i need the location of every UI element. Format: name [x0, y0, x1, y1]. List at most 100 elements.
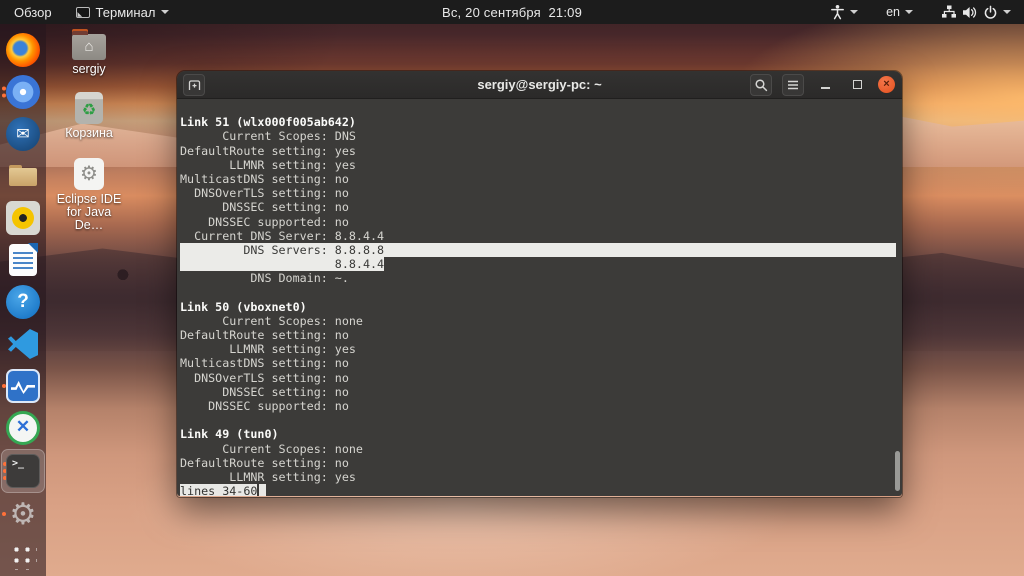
terminal-cursor — [259, 484, 267, 496]
desktop-screen: Обзор Терминал Вс, 20 сентября 21:09 en — [0, 0, 1024, 576]
volume-icon — [963, 6, 977, 18]
terminal-line: LLMNR setting: yes — [180, 469, 356, 484]
top-bar: Обзор Терминал Вс, 20 сентября 21:09 en — [0, 0, 1024, 24]
settings-icon — [6, 497, 40, 531]
clock[interactable]: Вс, 20 сентября 21:09 — [442, 5, 582, 20]
system-tray: en — [827, 0, 1014, 24]
terminal-line: DefaultRoute setting: no — [180, 328, 349, 342]
new-tab-button[interactable] — [183, 73, 205, 96]
dock-item-thunderbird[interactable] — [1, 113, 45, 155]
desktop-icon-eclipse[interactable]: Eclipse IDE for Java De… — [52, 157, 126, 232]
close-button[interactable]: × — [878, 76, 895, 93]
chevron-down-icon — [1003, 10, 1011, 14]
terminal-titlebar[interactable]: sergiy@sergiy-pc: ~ × — [177, 71, 902, 99]
monitor-icon — [6, 369, 40, 403]
xapp-icon — [6, 411, 40, 445]
new-tab-icon — [188, 79, 200, 90]
dock-item-settings[interactable] — [1, 493, 45, 535]
minimize-icon — [820, 86, 830, 89]
terminal-window: sergiy@sergiy-pc: ~ × Link 51 (wlx000f00… — [177, 71, 902, 497]
terminal-output[interactable]: Link 51 (wlx000f005ab642) Current Scopes… — [177, 99, 902, 496]
keyboard-layout-menu[interactable]: en — [883, 0, 916, 24]
chevron-down-icon — [905, 10, 913, 14]
terminal-line: DNSSEC setting: no — [180, 200, 349, 215]
terminal-line: Link 50 (vboxnet0) — [180, 299, 307, 314]
accessibility-icon — [831, 5, 845, 20]
window-title: sergiy@sergiy-pc: ~ — [477, 77, 602, 92]
dock-item-monitor[interactable] — [1, 365, 45, 407]
home-icon — [72, 29, 106, 60]
close-icon: × — [883, 78, 890, 90]
dock-item-writer[interactable] — [1, 239, 45, 281]
terminal-line: Current DNS Server: 8.8.4.4 — [180, 228, 385, 243]
dock-item-xapp[interactable] — [1, 407, 45, 449]
hamburger-menu-icon — [788, 80, 798, 89]
dock-item-terminal[interactable] — [1, 449, 45, 493]
desktop-icon-label: sergiy — [72, 62, 106, 76]
dock-item-files[interactable] — [1, 155, 45, 197]
chevron-down-icon — [161, 10, 170, 14]
app-menu[interactable]: Терминал — [66, 0, 180, 24]
menu-button[interactable] — [782, 73, 804, 96]
search-button[interactable] — [750, 73, 772, 96]
terminal-line: DNSOverTLS setting: no — [180, 186, 349, 201]
dock-item-rhythmbox[interactable] — [1, 197, 45, 239]
desktop-icon-trash[interactable]: Корзина — [52, 91, 126, 140]
chromium-icon — [6, 75, 40, 109]
terminal-line: DNS Servers: 8.8.8.8 — [180, 242, 896, 258]
system-status-menu[interactable] — [938, 0, 1014, 24]
terminal-icon — [6, 454, 40, 488]
eclipse-icon — [74, 158, 104, 190]
terminal-line: DNSSEC supported: no — [180, 398, 349, 413]
minimize-button[interactable] — [814, 74, 836, 96]
dock-item-chromium[interactable] — [1, 71, 45, 113]
files-icon — [6, 159, 40, 193]
terminal-line: DefaultRoute setting: no — [180, 455, 349, 470]
desktop-icon-home[interactable]: sergiy — [52, 27, 126, 76]
power-icon — [984, 5, 997, 19]
maximize-button[interactable] — [846, 74, 868, 96]
terminal-line: LLMNR setting: yes — [180, 342, 356, 357]
rhythmbox-icon — [6, 201, 40, 235]
writer-icon — [9, 243, 38, 276]
terminal-line: DNSSEC setting: no — [180, 384, 349, 399]
scrollbar-thumb[interactable] — [895, 451, 900, 491]
dock — [0, 24, 46, 576]
app-grid-icon — [9, 542, 37, 570]
window-controls: × — [750, 73, 895, 96]
terminal-line: DNSOverTLS setting: no — [180, 370, 349, 385]
activities-button[interactable]: Обзор — [0, 0, 66, 24]
desktop-icon-label: Корзина — [65, 126, 113, 140]
firefox-icon — [6, 33, 40, 67]
maximize-icon — [852, 80, 862, 89]
terminal-line: DNSSEC supported: no — [180, 214, 349, 229]
terminal-line: Current Scopes: none — [180, 441, 363, 456]
terminal-line: LLMNR setting: yes — [180, 157, 356, 172]
dock-item-help[interactable] — [1, 281, 45, 323]
terminal-line: DNS Domain: ~. — [180, 271, 349, 286]
terminal-line: MulticastDNS setting: no — [180, 356, 349, 371]
search-icon — [755, 78, 768, 91]
dock-item-app-grid[interactable] — [1, 535, 45, 576]
terminal-line: 8.8.4.4 — [180, 257, 385, 272]
terminal-line: Link 51 (wlx000f005ab642) — [180, 115, 356, 130]
terminal-line: lines 34-60 — [180, 484, 902, 496]
terminal-line: DefaultRoute setting: yes — [180, 143, 356, 158]
app-menu-label: Терминал — [95, 4, 156, 20]
thunderbird-icon — [6, 117, 40, 151]
terminal-line: Current Scopes: DNS — [180, 129, 356, 144]
accessibility-menu[interactable] — [827, 0, 861, 24]
help-icon — [6, 285, 40, 319]
vscode-icon — [8, 329, 38, 359]
dock-item-vscode[interactable] — [1, 323, 45, 365]
keyboard-layout-label: en — [886, 5, 900, 19]
chevron-down-icon — [850, 10, 859, 14]
terminal-line: MulticastDNS setting: no — [180, 171, 349, 186]
terminal-line: Current Scopes: none — [180, 313, 363, 328]
dock-item-firefox[interactable] — [1, 29, 45, 71]
network-icon — [942, 5, 956, 18]
desktop-icon-label: Eclipse IDE for Java De… — [56, 192, 122, 232]
